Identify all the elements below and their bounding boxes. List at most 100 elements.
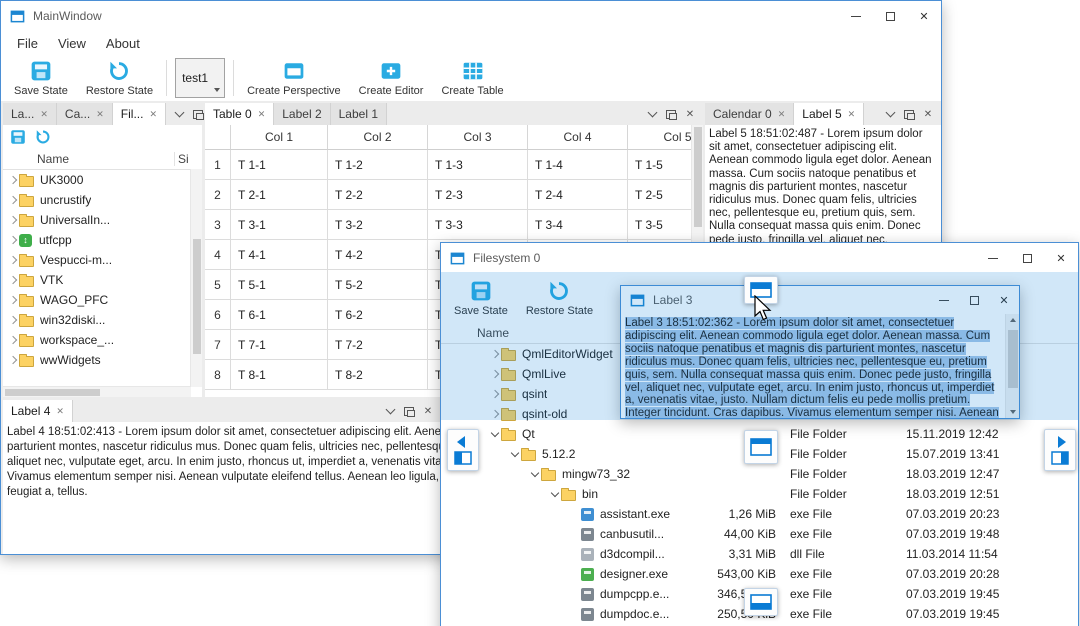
tab-label1[interactable]: Label 1 — [330, 103, 387, 125]
save-state-button[interactable]: Save State — [445, 278, 517, 319]
row-header[interactable]: 2 — [205, 180, 231, 210]
table-cell[interactable]: T 3-3 — [428, 210, 528, 240]
save-state-button[interactable]: Save State — [5, 58, 77, 99]
column-header[interactable]: Col 3 — [428, 125, 528, 150]
chevron-right-icon[interactable] — [7, 254, 19, 266]
table-cell[interactable]: T 1-3 — [428, 150, 528, 180]
tabs-menu-button[interactable] — [171, 106, 187, 122]
column-header[interactable]: Col 2 — [328, 125, 428, 150]
panel-close-button[interactable]: ✕ — [682, 106, 698, 122]
table-cell[interactable]: T 2-1 — [231, 180, 328, 210]
tree-row[interactable]: win32diski... — [3, 310, 202, 330]
row-header[interactable]: 8 — [205, 360, 231, 390]
chevron-right-icon[interactable] — [7, 314, 19, 326]
table-cell[interactable]: T 6-1 — [231, 300, 328, 330]
tab-label4[interactable]: Label 4 ✕ — [3, 400, 73, 422]
row-header[interactable]: 7 — [205, 330, 231, 360]
column-header[interactable]: Col 4 — [528, 125, 628, 150]
create-table-button[interactable]: Create Table — [432, 58, 512, 99]
scrollbar-thumb[interactable] — [1007, 330, 1018, 388]
scroll-up-button[interactable] — [1006, 314, 1019, 326]
row-header[interactable]: 3 — [205, 210, 231, 240]
row-header[interactable]: 5 — [205, 270, 231, 300]
table-cell[interactable]: T 3-4 — [528, 210, 628, 240]
tab-label2[interactable]: Label 2 — [274, 103, 331, 125]
chevron-down-icon[interactable] — [529, 468, 541, 480]
tab-close-icon[interactable]: ✕ — [40, 109, 48, 120]
menu-about[interactable]: About — [96, 33, 150, 54]
size-column-header[interactable]: Si — [174, 152, 202, 166]
chevron-down-icon[interactable] — [549, 488, 561, 500]
undock-button[interactable] — [901, 106, 917, 122]
tree-row[interactable]: UniversalIn... — [3, 210, 202, 230]
tab-close-icon[interactable]: ✕ — [149, 109, 157, 120]
filesystem-titlebar[interactable]: Filesystem 0 ✕ — [441, 243, 1078, 273]
create-editor-button[interactable]: Create Editor — [350, 58, 433, 99]
tab-filesystem[interactable]: Fil... ✕ — [112, 103, 167, 125]
chevron-right-icon[interactable] — [489, 348, 501, 360]
minimize-button[interactable] — [976, 243, 1010, 273]
tree-row[interactable]: ↕ utfcpp — [3, 230, 202, 250]
table-cell[interactable]: T 8-1 — [231, 360, 328, 390]
menu-view[interactable]: View — [48, 33, 96, 54]
tree-row[interactable]: mingw73_32 File Folder 18.03.2019 12:47 — [441, 464, 1078, 484]
chevron-right-icon[interactable] — [7, 354, 19, 366]
scrollbar-thumb[interactable] — [693, 127, 702, 227]
tab-close-icon[interactable]: ✕ — [778, 109, 786, 120]
chevron-down-icon[interactable] — [489, 428, 501, 440]
name-column-header[interactable]: Name — [3, 152, 174, 166]
tabs-menu-button[interactable] — [644, 106, 660, 122]
tree-row[interactable]: d3dcompil... 3,31 MiB dll File 11.03.2014 1… — [441, 544, 1078, 564]
tree-row[interactable]: canbusutil... 44,00 KiB exe File 07.03.2019… — [441, 524, 1078, 544]
tabs-menu-button[interactable] — [882, 106, 898, 122]
maximize-button[interactable] — [1010, 243, 1044, 273]
main-window-titlebar[interactable]: MainWindow ✕ — [1, 1, 941, 31]
panel-close-button[interactable]: ✕ — [920, 106, 936, 122]
tab-close-icon[interactable]: ✕ — [56, 406, 64, 417]
minimize-button[interactable] — [929, 286, 959, 314]
chevron-down-icon[interactable] — [509, 448, 521, 460]
tab-label0[interactable]: La... ✕ — [3, 103, 57, 125]
tab-label5[interactable]: Label 5 ✕ — [794, 103, 865, 125]
tab-calendar[interactable]: Ca... ✕ — [56, 103, 113, 125]
undock-button[interactable] — [663, 106, 679, 122]
tree-row[interactable]: designer.exe 543,00 KiB exe File 07.03.2019… — [441, 564, 1078, 584]
table-cell[interactable]: T 7-2 — [328, 330, 428, 360]
tree-row[interactable]: bin File Folder 18.03.2019 12:51 — [441, 484, 1078, 504]
drop-indicator-right[interactable] — [1044, 429, 1076, 471]
chevron-right-icon[interactable] — [7, 234, 19, 246]
table-cell[interactable]: T 1-1 — [231, 150, 328, 180]
scroll-down-button[interactable] — [1006, 406, 1019, 418]
undock-button[interactable] — [190, 106, 206, 122]
tree-row[interactable]: uncrustify — [3, 190, 202, 210]
tab-close-icon[interactable]: ✕ — [848, 109, 856, 120]
row-header[interactable]: 1 — [205, 150, 231, 180]
create-perspective-button[interactable]: Create Perspective — [238, 58, 350, 99]
chevron-right-icon[interactable] — [7, 214, 19, 226]
minimize-button[interactable] — [839, 1, 873, 31]
tab-close-icon[interactable]: ✕ — [96, 109, 104, 120]
chevron-right-icon[interactable] — [7, 194, 19, 206]
table-cell[interactable]: T 2-4 — [528, 180, 628, 210]
row-header[interactable]: 4 — [205, 240, 231, 270]
table-cell[interactable]: T 4-1 — [231, 240, 328, 270]
maximize-button[interactable] — [959, 286, 989, 314]
tree-row[interactable]: Vespucci-m... — [3, 250, 202, 270]
table-cell[interactable]: T 1-2 — [328, 150, 428, 180]
column-header[interactable]: Col 1 — [231, 125, 328, 150]
chevron-right-icon[interactable] — [489, 408, 501, 420]
drop-indicator-center[interactable] — [744, 430, 778, 464]
panel-close-button[interactable]: ✕ — [420, 403, 436, 419]
table-cell[interactable]: T 1-4 — [528, 150, 628, 180]
row-header[interactable]: 6 — [205, 300, 231, 330]
tree-row[interactable]: WAGO_PFC — [3, 290, 202, 310]
tab-close-icon[interactable]: ✕ — [258, 109, 266, 120]
restore-state-button[interactable]: Restore State — [517, 278, 602, 319]
table-cell[interactable]: T 7-1 — [231, 330, 328, 360]
tree-row[interactable]: assistant.exe 1,26 MiB exe File 07.03.2019 … — [441, 504, 1078, 524]
table-cell[interactable]: T 3-1 — [231, 210, 328, 240]
restore-state-button[interactable]: Restore State — [77, 58, 162, 99]
table-cell[interactable]: T 2-3 — [428, 180, 528, 210]
tab-calendar0[interactable]: Calendar 0 ✕ — [705, 103, 795, 125]
table-cell[interactable]: T 4-2 — [328, 240, 428, 270]
